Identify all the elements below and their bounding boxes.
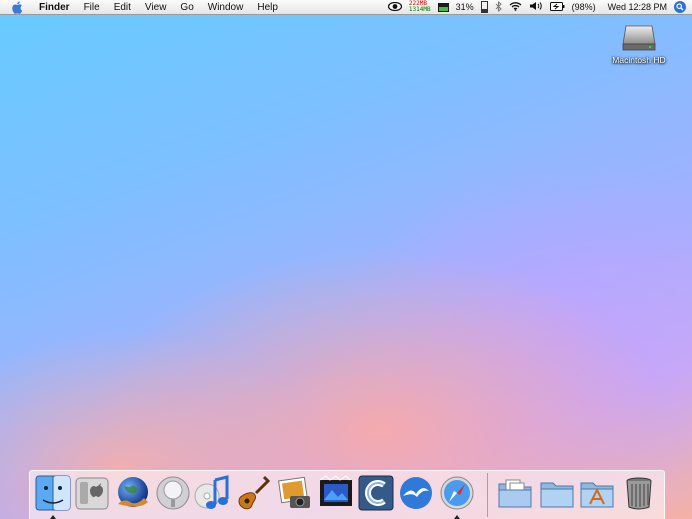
- menu-window[interactable]: Window: [201, 0, 251, 15]
- documents-folder-icon[interactable]: [496, 474, 534, 512]
- menu-view[interactable]: View: [138, 0, 174, 15]
- menu-bar: Finder File Edit View Go Window Help 222…: [0, 0, 692, 15]
- eye-icon[interactable]: [387, 1, 403, 13]
- memory-graph-icon[interactable]: [437, 2, 449, 12]
- menu-file[interactable]: File: [77, 0, 107, 15]
- volume-icon[interactable]: [529, 1, 543, 13]
- menu-help[interactable]: Help: [250, 0, 285, 15]
- menu-finder[interactable]: Finder: [32, 0, 77, 15]
- folder-icon[interactable]: [538, 474, 576, 512]
- macintosh-hd[interactable]: Macintosh HD: [606, 22, 672, 65]
- finder-running-indicator: [50, 515, 56, 519]
- hard-drive-icon: [622, 22, 656, 52]
- garageband-icon[interactable]: [234, 474, 272, 512]
- desktop-background: [0, 0, 692, 519]
- wifi-icon[interactable]: [509, 1, 522, 13]
- cpu-meter-icon[interactable]: [480, 1, 488, 13]
- quicktime-icon[interactable]: [154, 474, 192, 512]
- battery-icon[interactable]: [549, 1, 565, 13]
- bluetooth-icon[interactable]: [495, 0, 502, 14]
- menu-go[interactable]: Go: [173, 0, 200, 15]
- dock: [29, 470, 665, 519]
- memory-readout[interactable]: 222MB 1314MB: [409, 1, 431, 13]
- menu-edit[interactable]: Edit: [107, 0, 138, 15]
- applications-folder-icon[interactable]: [578, 474, 616, 512]
- system-preferences-icon[interactable]: [73, 474, 111, 512]
- apple-menu-icon[interactable]: [12, 1, 24, 14]
- seagull-icon[interactable]: [397, 474, 435, 512]
- app-c-icon[interactable]: [357, 474, 395, 512]
- hd-label: Macintosh HD: [612, 55, 666, 65]
- safari-running-indicator: [454, 515, 460, 519]
- itunes-icon[interactable]: [193, 474, 231, 512]
- memory-free: 1314MB: [408, 6, 431, 13]
- clock[interactable]: Wed 12:28 PM: [608, 2, 667, 12]
- trash-icon[interactable]: [620, 474, 658, 512]
- imovie-icon[interactable]: [317, 474, 355, 512]
- safari-icon[interactable]: [438, 474, 476, 512]
- iphoto-icon[interactable]: [276, 474, 314, 512]
- finder-icon[interactable]: [34, 474, 72, 512]
- battery-percent[interactable]: (98%): [572, 2, 596, 12]
- spotlight-icon[interactable]: [674, 1, 686, 13]
- cpu-readout[interactable]: 31%: [456, 2, 474, 12]
- network-globe-icon[interactable]: [114, 474, 152, 512]
- dock-separator: [487, 473, 488, 517]
